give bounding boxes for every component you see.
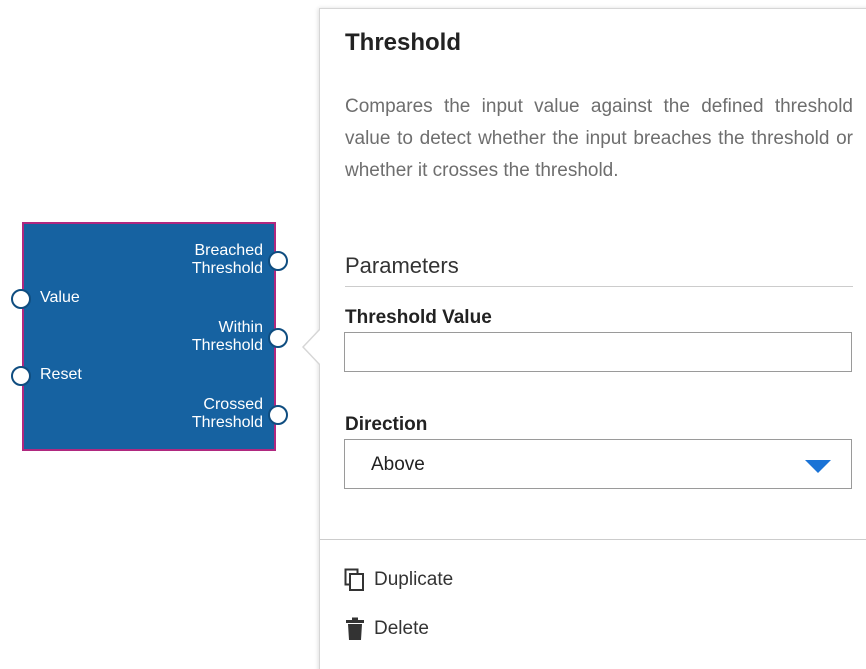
canvas: Breached Threshold Within Threshold Cros… [0, 0, 866, 669]
actions-divider [320, 539, 866, 540]
panel-title: Threshold [345, 29, 462, 56]
direction-label: Direction [345, 414, 428, 435]
input-label-value: Value [40, 289, 80, 306]
properties-panel: Threshold Compares the input value again… [319, 8, 866, 669]
direction-select[interactable]: Above [344, 439, 852, 489]
delete-button[interactable]: Delete [344, 616, 429, 642]
input-port-reset[interactable] [11, 366, 31, 386]
direction-selected-value: Above [371, 454, 425, 475]
trash-icon [346, 617, 364, 640]
input-port-value[interactable] [11, 289, 31, 309]
output-label-within: Within Threshold [191, 319, 263, 354]
duplicate-button[interactable]: Duplicate [344, 567, 453, 593]
parameters-divider [345, 286, 853, 287]
parameters-heading: Parameters [345, 253, 459, 278]
output-port-crossed[interactable] [268, 405, 288, 425]
duplicate-label: Duplicate [374, 569, 454, 590]
copy-icon [344, 568, 364, 591]
input-label-reset: Reset [40, 366, 82, 383]
output-port-within[interactable] [268, 328, 288, 348]
panel-pointer-fill [304, 329, 321, 365]
output-label-crossed: Crossed Threshold [191, 396, 263, 431]
output-label-breached: Breached Threshold [191, 242, 263, 277]
threshold-value-input[interactable] [344, 332, 852, 372]
chevron-down-icon [805, 460, 831, 473]
panel-description: Compares the input value against the def… [345, 96, 853, 181]
threshold-value-label: Threshold Value [345, 307, 492, 328]
output-port-breached[interactable] [268, 251, 288, 271]
delete-label: Delete [374, 618, 429, 639]
